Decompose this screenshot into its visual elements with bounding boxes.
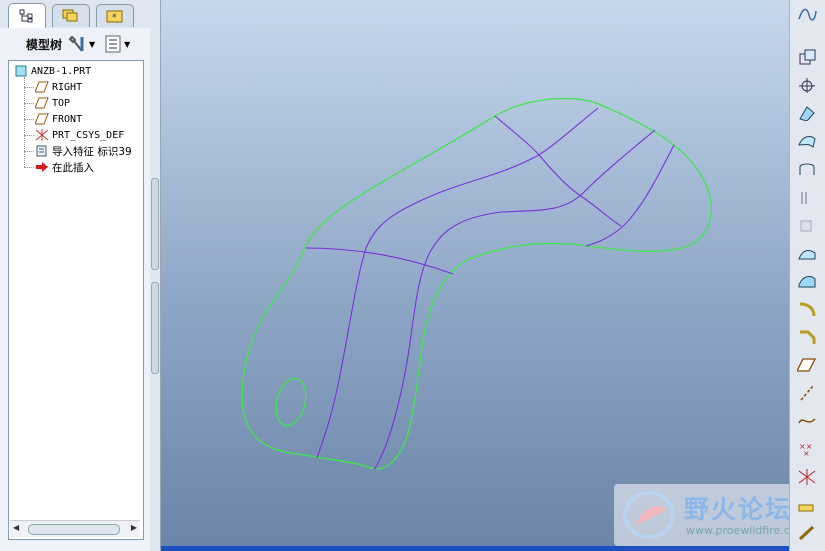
offset-icon[interactable] bbox=[794, 214, 820, 236]
isocurve bbox=[373, 129, 656, 471]
tree-item-right[interactable]: RIGHT bbox=[35, 79, 82, 95]
datum-plane-tool-icon[interactable] bbox=[794, 46, 820, 68]
tree-item-label: 导入特征 标识39 bbox=[52, 145, 132, 158]
datum-axis-icon[interactable] bbox=[794, 74, 820, 96]
tree-item-label: PRT_CSYS_DEF bbox=[52, 129, 125, 141]
extend-icon[interactable] bbox=[794, 186, 820, 208]
tree-item-insert-here[interactable]: 在此插入 bbox=[35, 159, 94, 175]
settings-dropdown[interactable]: ▼ bbox=[68, 35, 95, 53]
model-wireframe bbox=[241, 97, 712, 471]
favorites-tab[interactable]: * bbox=[96, 4, 134, 27]
watermark-title: 野火论坛 bbox=[684, 495, 793, 524]
folder-stack-icon bbox=[62, 9, 78, 22]
scroll-left-icon[interactable]: ◀ bbox=[13, 523, 19, 532]
svg-text:×: × bbox=[803, 449, 810, 457]
tree-item-top[interactable]: TOP bbox=[35, 95, 70, 111]
insert-here-icon bbox=[36, 162, 48, 172]
tools-icon bbox=[68, 35, 84, 52]
navigator-panel: * 模型树 ▼ ▼ ANZB-1.PRT RIGHT TOP FRONT PRT… bbox=[0, 0, 151, 551]
part-icon bbox=[15, 65, 27, 77]
measure-icon[interactable] bbox=[794, 522, 820, 544]
blend-icon[interactable] bbox=[794, 102, 820, 124]
list-icon bbox=[105, 35, 121, 53]
chevron-down-icon: ▼ bbox=[89, 39, 96, 49]
trim-icon[interactable] bbox=[794, 270, 820, 292]
graphics-window[interactable]: 野火论坛 www.proewildfire.cn bbox=[161, 0, 819, 551]
watermark-url: www.proewildfire.cn bbox=[686, 524, 797, 537]
tree-item-part[interactable]: ANZB-1.PRT bbox=[15, 63, 91, 79]
import-feature-icon bbox=[36, 145, 47, 157]
model-tree-tab[interactable] bbox=[8, 3, 46, 28]
tree-item-label: ANZB-1.PRT bbox=[31, 65, 92, 77]
panel-splitter[interactable] bbox=[150, 0, 161, 551]
curve-icon[interactable] bbox=[794, 410, 820, 432]
isocurve bbox=[305, 247, 454, 275]
feature-toolbar: ×× × bbox=[789, 0, 825, 551]
isocurve bbox=[585, 144, 675, 247]
splitter-grip[interactable] bbox=[151, 282, 159, 374]
tree-item-label: TOP bbox=[52, 97, 71, 109]
chamfer-icon[interactable] bbox=[794, 326, 820, 348]
tree-item-label: FRONT bbox=[52, 113, 83, 125]
axis-icon[interactable] bbox=[794, 382, 820, 404]
csys-icon bbox=[35, 129, 49, 141]
model-tree-header: 模型树 ▼ ▼ bbox=[0, 30, 150, 58]
isocurve bbox=[494, 115, 622, 227]
round-icon[interactable] bbox=[794, 298, 820, 320]
point-icon[interactable]: ×× × bbox=[794, 438, 820, 460]
analysis-icon[interactable] bbox=[794, 494, 820, 516]
tree-item-csys[interactable]: PRT_CSYS_DEF bbox=[35, 127, 124, 143]
boundary-blend-icon[interactable] bbox=[794, 130, 820, 152]
tree-horizontal-scrollbar[interactable]: ◀ ▶ bbox=[10, 520, 140, 537]
plane-icon[interactable] bbox=[794, 354, 820, 376]
tree-item-label: RIGHT bbox=[52, 81, 83, 93]
tree-item-front[interactable]: FRONT bbox=[35, 111, 82, 127]
scroll-thumb[interactable] bbox=[28, 524, 120, 535]
internal-curves bbox=[305, 107, 675, 471]
forum-logo-icon bbox=[623, 491, 675, 539]
scroll-right-icon[interactable]: ▶ bbox=[131, 523, 137, 532]
surface-icon[interactable] bbox=[794, 158, 820, 180]
model-tree: ANZB-1.PRT RIGHT TOP FRONT PRT_CSYS_DEF … bbox=[8, 60, 144, 540]
hole-curve bbox=[275, 377, 307, 427]
splitter-grip[interactable] bbox=[151, 178, 159, 270]
sketched-curve-icon[interactable] bbox=[794, 4, 820, 26]
surface-boundary-curve bbox=[241, 97, 712, 470]
merge-icon[interactable] bbox=[794, 242, 820, 264]
navigator-tabs: * bbox=[0, 0, 150, 28]
datum-plane-icon bbox=[35, 113, 49, 125]
tree-item-label: 在此插入 bbox=[52, 161, 94, 174]
show-dropdown[interactable]: ▼ bbox=[105, 35, 130, 53]
datum-plane-icon bbox=[35, 81, 49, 93]
favorites-folder-icon: * bbox=[106, 10, 123, 23]
svg-text:*: * bbox=[112, 13, 117, 23]
model-tree-title: 模型树 bbox=[26, 37, 63, 52]
model-tree-tab-icon bbox=[19, 9, 33, 23]
folder-browser-tab[interactable] bbox=[52, 4, 90, 27]
csys-tool-icon[interactable] bbox=[794, 466, 820, 488]
chevron-down-icon: ▼ bbox=[124, 39, 131, 49]
datum-plane-icon bbox=[35, 97, 49, 109]
isocurve bbox=[316, 107, 599, 459]
tree-item-import-feature[interactable]: 导入特征 标识39 bbox=[35, 143, 132, 159]
